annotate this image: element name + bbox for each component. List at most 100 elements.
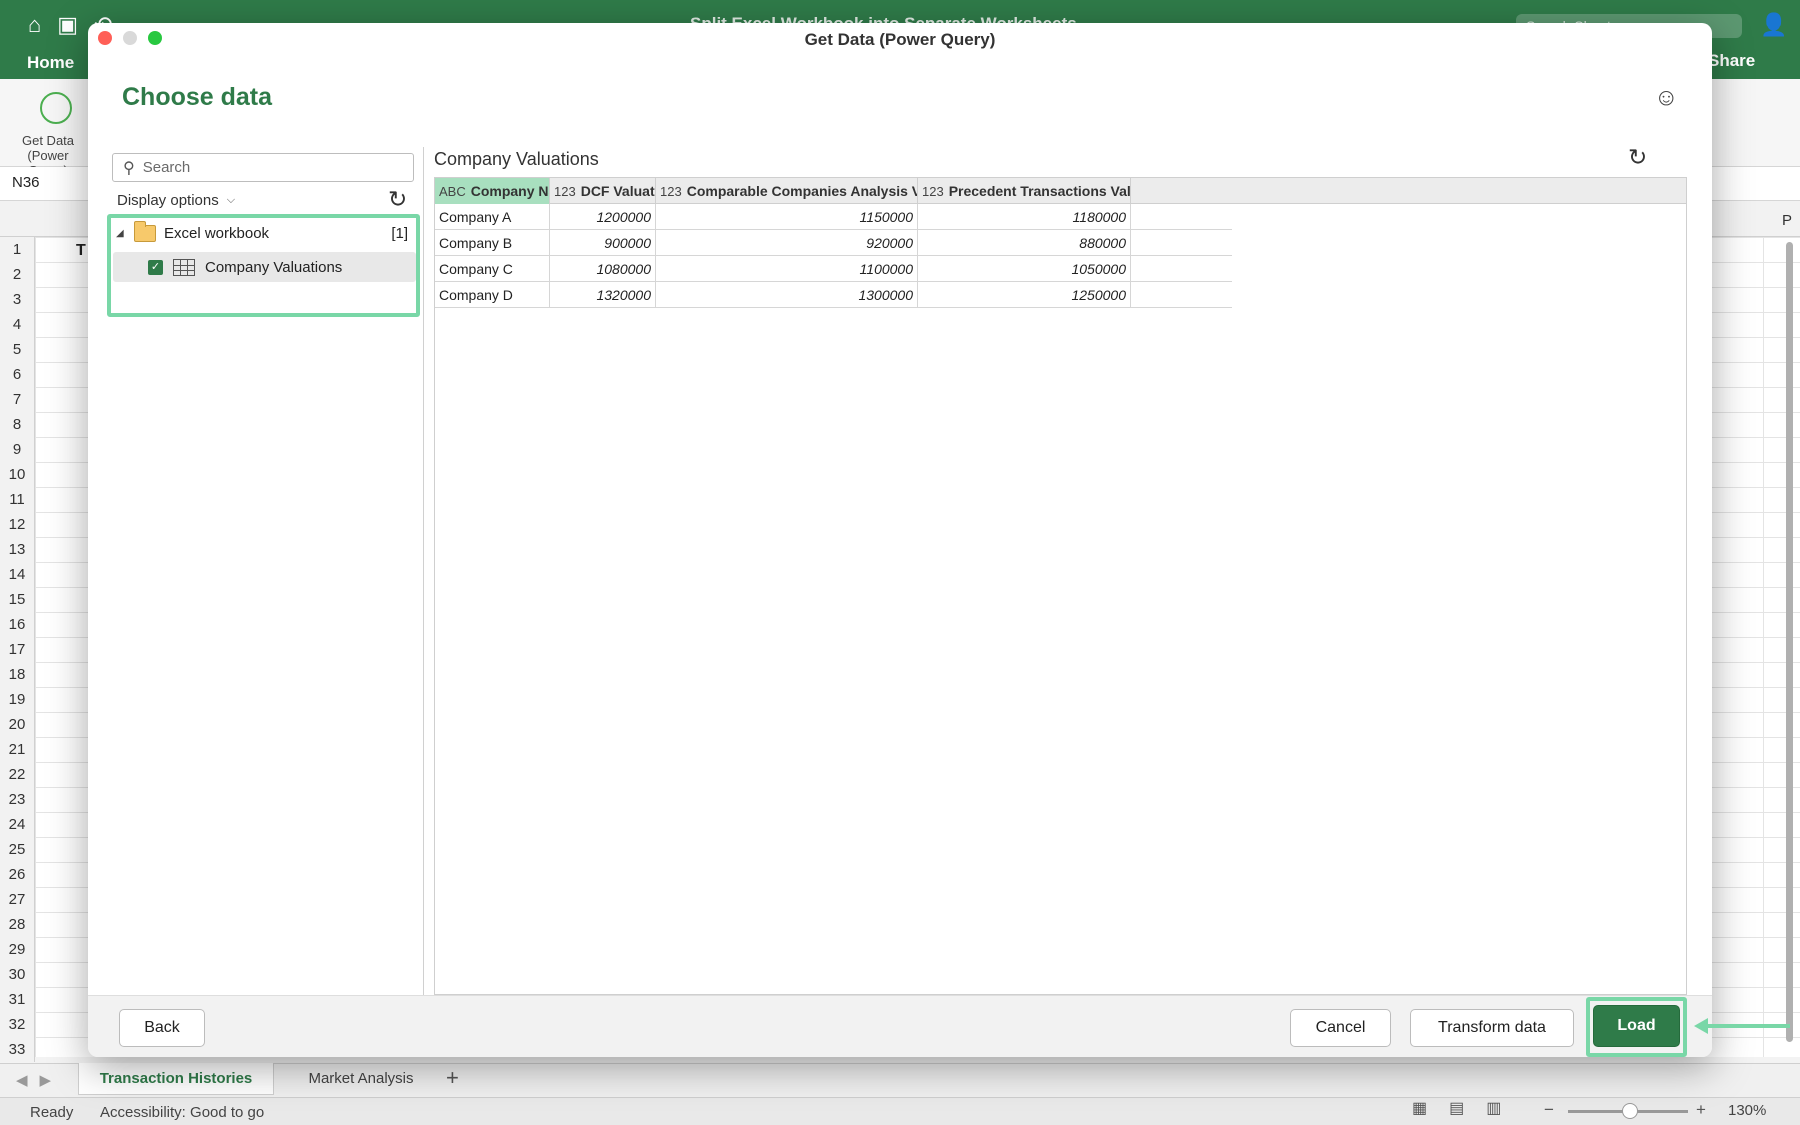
row-number[interactable]: 23 xyxy=(0,787,34,812)
normal-view-icon[interactable]: ▦ xyxy=(1412,1098,1427,1124)
dialog-title: Get Data (Power Query) xyxy=(804,30,996,49)
row-number[interactable]: 7 xyxy=(0,387,34,412)
row-number[interactable]: 12 xyxy=(0,512,34,537)
table-row: Company B 900000 920000 880000 xyxy=(435,230,1232,256)
row-number[interactable]: 14 xyxy=(0,562,34,587)
search-icon: ⚲ xyxy=(123,159,135,177)
cancel-button[interactable]: Cancel xyxy=(1290,1009,1391,1047)
table-row: Company D 1320000 1300000 1250000 xyxy=(435,282,1232,308)
page-break-view-icon[interactable]: ▥ xyxy=(1486,1098,1501,1124)
table-cell: 1320000 xyxy=(550,282,656,308)
number-type-icon: 123 xyxy=(922,184,944,199)
row-number[interactable]: 9 xyxy=(0,437,34,462)
row-number[interactable]: 18 xyxy=(0,662,34,687)
row-number[interactable]: 33 xyxy=(0,1037,34,1062)
add-sheet-button[interactable]: + xyxy=(446,1065,459,1091)
row-number[interactable]: 25 xyxy=(0,837,34,862)
row-number[interactable]: 16 xyxy=(0,612,34,637)
name-box[interactable]: N36 xyxy=(12,174,40,191)
preview-title: Company Valuations xyxy=(434,149,599,169)
zoom-out-icon[interactable]: − xyxy=(1544,1100,1554,1120)
share-person-icon[interactable]: 👤 xyxy=(1760,12,1787,38)
row-number[interactable]: 28 xyxy=(0,912,34,937)
row-number[interactable]: 2 xyxy=(0,262,34,287)
navigator-search[interactable]: ⚲ xyxy=(112,153,414,182)
row-number[interactable]: 30 xyxy=(0,962,34,987)
row-number[interactable]: 6 xyxy=(0,362,34,387)
row-number[interactable]: 32 xyxy=(0,1012,34,1037)
row-header: 1 2 3 4 5 6 7 8 9 10 11 12 13 14 15 16 17 18 19 20 21 22 23 24 2… xyxy=(0,237,35,1062)
row-number[interactable]: 20 xyxy=(0,712,34,737)
zoom-level[interactable]: 130% xyxy=(1728,1102,1766,1119)
cell-partial-text: T xyxy=(76,242,86,259)
status-accessibility[interactable]: Accessibility: Good to go xyxy=(100,1104,264,1121)
back-button[interactable]: Back xyxy=(119,1009,205,1047)
row-number[interactable]: 22 xyxy=(0,762,34,787)
get-data-icon[interactable] xyxy=(40,92,72,124)
home-icon[interactable]: ⌂ xyxy=(28,12,41,38)
column-header-precedent[interactable]: 123 Precedent Transactions Valu... xyxy=(918,178,1131,204)
row-number[interactable]: 3 xyxy=(0,287,34,312)
display-options-dropdown[interactable]: Display options ⌵ xyxy=(117,192,235,209)
share-button[interactable]: Share xyxy=(1708,51,1755,71)
tree-item-company-valuations[interactable]: ✓ Company Valuations xyxy=(113,252,416,282)
ribbon-tab-home[interactable]: Home xyxy=(27,53,74,73)
row-number[interactable]: 4 xyxy=(0,312,34,337)
arrow-annotation-icon xyxy=(1694,1018,1790,1034)
table-cell: Company C xyxy=(435,256,550,282)
zoom-in-icon[interactable]: + xyxy=(1696,1100,1706,1120)
zoom-slider-thumb[interactable] xyxy=(1622,1103,1638,1119)
transform-data-button[interactable]: Transform data xyxy=(1410,1009,1574,1047)
row-number[interactable]: 21 xyxy=(0,737,34,762)
sheet-nav-arrows[interactable]: ◀▶ xyxy=(16,1071,63,1089)
table-cell: 1050000 xyxy=(918,256,1131,282)
table-cell: 900000 xyxy=(550,230,656,256)
status-ready: Ready xyxy=(30,1104,74,1121)
pane-splitter[interactable] xyxy=(423,147,424,995)
dialog-titlebar: Get Data (Power Query) xyxy=(88,23,1712,57)
row-number[interactable]: 29 xyxy=(0,937,34,962)
row-number[interactable]: 26 xyxy=(0,862,34,887)
collapse-triangle-icon[interactable]: ◢ xyxy=(116,228,126,239)
row-number[interactable]: 19 xyxy=(0,687,34,712)
sheet-tab-transaction-histories[interactable]: Transaction Histories xyxy=(78,1063,274,1095)
table-cell: 1250000 xyxy=(918,282,1131,308)
save-icon[interactable]: ▣ xyxy=(57,12,78,38)
column-header-company-name[interactable]: ABCCompany Na... xyxy=(435,178,550,204)
column-p-header[interactable]: P xyxy=(1782,212,1792,229)
row-number[interactable]: 31 xyxy=(0,987,34,1012)
number-type-icon: 123 xyxy=(660,184,682,199)
sheet-tab-market-analysis[interactable]: Market Analysis xyxy=(286,1063,436,1095)
table-cell: 1080000 xyxy=(550,256,656,282)
row-number[interactable]: 11 xyxy=(0,487,34,512)
load-button[interactable]: Load xyxy=(1593,1005,1680,1047)
table-cell: Company D xyxy=(435,282,550,308)
row-number[interactable]: 15 xyxy=(0,587,34,612)
search-input[interactable] xyxy=(142,159,393,176)
tree-folder-excel-workbook[interactable]: ◢ Excel workbook [1] xyxy=(116,220,416,246)
preview-refresh-icon[interactable]: ↻ xyxy=(1628,144,1647,171)
text-type-icon: ABC xyxy=(439,184,466,199)
navigator-refresh-icon[interactable]: ↻ xyxy=(388,186,407,213)
number-type-icon: 123 xyxy=(554,184,576,199)
vertical-scrollbar[interactable] xyxy=(1786,242,1793,1042)
row-number[interactable]: 27 xyxy=(0,887,34,912)
column-header-dcf[interactable]: 123DCF Valuat... xyxy=(550,178,656,204)
table-cell: 1300000 xyxy=(656,282,918,308)
page-layout-view-icon[interactable]: ▤ xyxy=(1449,1098,1464,1124)
column-header-comparable[interactable]: 123Comparable Companies Analysis Val... xyxy=(656,178,918,204)
row-number[interactable]: 24 xyxy=(0,812,34,837)
row-number[interactable]: 1 xyxy=(0,237,34,262)
checkbox-checked-icon[interactable]: ✓ xyxy=(148,259,163,275)
row-number[interactable]: 8 xyxy=(0,412,34,437)
table-cell: Company A xyxy=(435,204,550,230)
row-number[interactable]: 5 xyxy=(0,337,34,362)
feedback-smiley-icon[interactable]: ☺ xyxy=(1654,84,1679,112)
view-switcher: ▦ ▤ ▥ xyxy=(1402,1098,1562,1124)
get-data-dialog: Get Data (Power Query) Choose data ☺ ⚲ D… xyxy=(88,23,1712,1057)
row-number[interactable]: 10 xyxy=(0,462,34,487)
folder-icon xyxy=(134,220,156,242)
table-cell: Company B xyxy=(435,230,550,256)
row-number[interactable]: 17 xyxy=(0,637,34,662)
row-number[interactable]: 13 xyxy=(0,537,34,562)
